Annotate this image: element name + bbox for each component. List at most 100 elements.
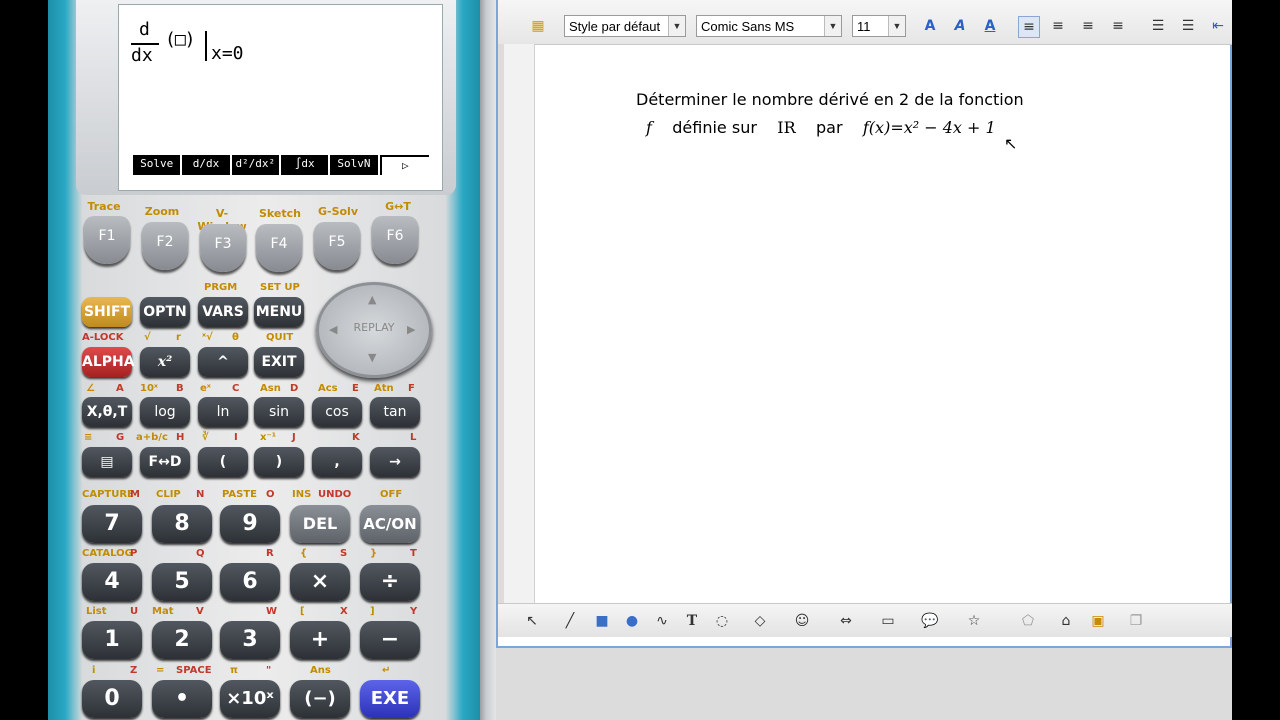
fraction-key[interactable]: ▤ [82,447,132,477]
inverse-label: x⁻¹ [260,432,277,443]
f6-key[interactable]: F6 [372,216,418,264]
multiply-key[interactable]: × [290,563,350,601]
font-name-select[interactable]: Comic Sans MS ▼ [696,15,842,37]
block-arrows-icon[interactable]: ⇔ [836,612,856,630]
numbered-list-icon[interactable]: ☰ [1148,16,1168,36]
callout-tool-icon[interactable]: ◌ [712,612,732,630]
xthetat-key[interactable]: X,θ,T [82,397,132,427]
alpha-key[interactable]: ALPHA [82,347,135,377]
lcd-function-menu: Solve d/dx d²/dx² ∫dx SolvN ▷ [133,155,429,175]
line-tool-icon[interactable]: ╱ [560,612,580,630]
alpha-k-label: K [352,432,360,443]
digit-3-key[interactable]: 3 [220,621,280,659]
select-pointer-icon[interactable]: ↖ [522,612,542,630]
decimal-point-key[interactable]: • [152,680,212,718]
digit-5-key[interactable]: 5 [152,563,212,601]
rectangle-tool-icon[interactable]: ■ [592,612,612,630]
exit-key[interactable]: EXIT [254,347,304,377]
styles-icon[interactable]: ▦ [528,16,548,36]
shift-key[interactable]: SHIFT [82,297,132,327]
lcd-eval-point: x=0 [211,43,244,64]
document-text-line-2[interactable]: f définie sur IR par f(x)=x² − 4x + 1 [646,118,996,137]
stars-icon[interactable]: ☆ [964,612,984,630]
sin-key[interactable]: sin [254,397,304,427]
justify-icon[interactable]: ≡ [1108,16,1128,36]
tan-key[interactable]: tan [370,397,420,427]
paragraph-style-select[interactable]: Style par défaut ▼ [564,15,686,37]
minus-key[interactable]: − [360,621,420,659]
comma-key[interactable]: , [312,447,362,477]
optn-key[interactable]: OPTN [140,297,190,327]
replay-dpad[interactable]: ▲ ▼ ◀ ▶ REPLAY [316,282,432,378]
image-icon[interactable]: ▣ [1088,612,1108,630]
f5-key[interactable]: F5 [314,222,360,270]
italic-icon[interactable]: A [950,16,970,36]
align-left-icon[interactable]: ≡ [1018,16,1040,38]
digit-7-key[interactable]: 7 [82,505,142,543]
f1-key[interactable]: F1 [84,216,130,264]
text-tool-icon[interactable]: T [682,612,702,630]
caret-key[interactable]: ^ [198,347,248,377]
acs-label: Acs [318,383,338,394]
digit-0-key[interactable]: 0 [82,680,142,718]
exe-key[interactable]: EXE [360,680,420,718]
points-icon[interactable]: ⬠ [1018,612,1038,630]
ellipse-tool-icon[interactable]: ● [622,612,642,630]
store-arrow-key[interactable]: → [370,447,420,477]
lcd-menu-next: ▷ [379,155,429,175]
digit-1-key[interactable]: 1 [82,621,142,659]
flowchart-icon[interactable]: ▭ [878,612,898,630]
font-size-select[interactable]: 11 ▼ [852,15,906,37]
f3-key[interactable]: F3 [200,224,246,272]
replay-label: REPLAY [353,321,395,334]
alpha-u-label: U [130,606,139,617]
align-right-icon[interactable]: ≡ [1078,16,1098,36]
f4-key[interactable]: F4 [256,224,302,272]
log-key[interactable]: log [140,397,190,427]
dpad-up-icon[interactable]: ▲ [368,293,376,306]
fraction-toggle-label: ≡ [84,432,93,443]
bracket-open-label: [ [300,606,305,617]
dpad-down-icon[interactable]: ▼ [368,351,376,364]
acon-key[interactable]: AC/ON [360,505,420,543]
open-paren-key[interactable]: ( [198,447,248,477]
del-key[interactable]: DEL [290,505,350,543]
list-label: List [86,606,107,617]
divide-key[interactable]: ÷ [360,563,420,601]
r-label: r [176,332,181,343]
digit-4-key[interactable]: 4 [82,563,142,601]
digit-2-key[interactable]: 2 [152,621,212,659]
ins-label: INS [292,489,312,500]
exponent-key[interactable]: ×10ˣ [220,680,280,718]
align-center-icon[interactable]: ≡ [1048,16,1068,36]
fd-key[interactable]: F↔D [140,447,190,477]
chevron-down-icon: ▼ [888,16,905,36]
plus-key[interactable]: + [290,621,350,659]
square-key[interactable]: x² [140,347,190,377]
vars-key[interactable]: VARS [198,297,248,327]
digit-9-key[interactable]: 9 [220,505,280,543]
close-paren-key[interactable]: ) [254,447,304,477]
fontwork-icon[interactable]: ⌂ [1056,612,1076,630]
paragraph-style-value: Style par défaut [569,19,661,34]
extrusion-icon[interactable]: ❐ [1126,612,1146,630]
equals-label: = [156,665,165,676]
formatting-toolbar: ▦ Style par défaut ▼ Comic Sans MS ▼ 11 … [498,0,1232,45]
alpha-q-label: Q [196,548,205,559]
menu-key[interactable]: MENU [254,297,304,327]
callouts-icon[interactable]: 💬 [920,612,940,630]
f2-key[interactable]: F2 [142,222,188,270]
curve-tool-icon[interactable]: ∿ [652,612,672,630]
underline-icon[interactable]: A [980,16,1000,36]
symbol-shapes-icon[interactable]: ☺ [792,612,812,630]
bullet-list-icon[interactable]: ☰ [1178,16,1198,36]
negative-key[interactable]: (−) [290,680,350,718]
digit-6-key[interactable]: 6 [220,563,280,601]
bold-icon[interactable]: A [920,16,940,36]
document-text-line-1[interactable]: Déterminer le nombre dérivé en 2 de la f… [636,90,1024,109]
decrease-indent-icon[interactable]: ⇤ [1208,16,1228,36]
digit-8-key[interactable]: 8 [152,505,212,543]
ln-key[interactable]: ln [198,397,248,427]
cos-key[interactable]: cos [312,397,362,427]
basic-shapes-icon[interactable]: ◇ [750,612,770,630]
